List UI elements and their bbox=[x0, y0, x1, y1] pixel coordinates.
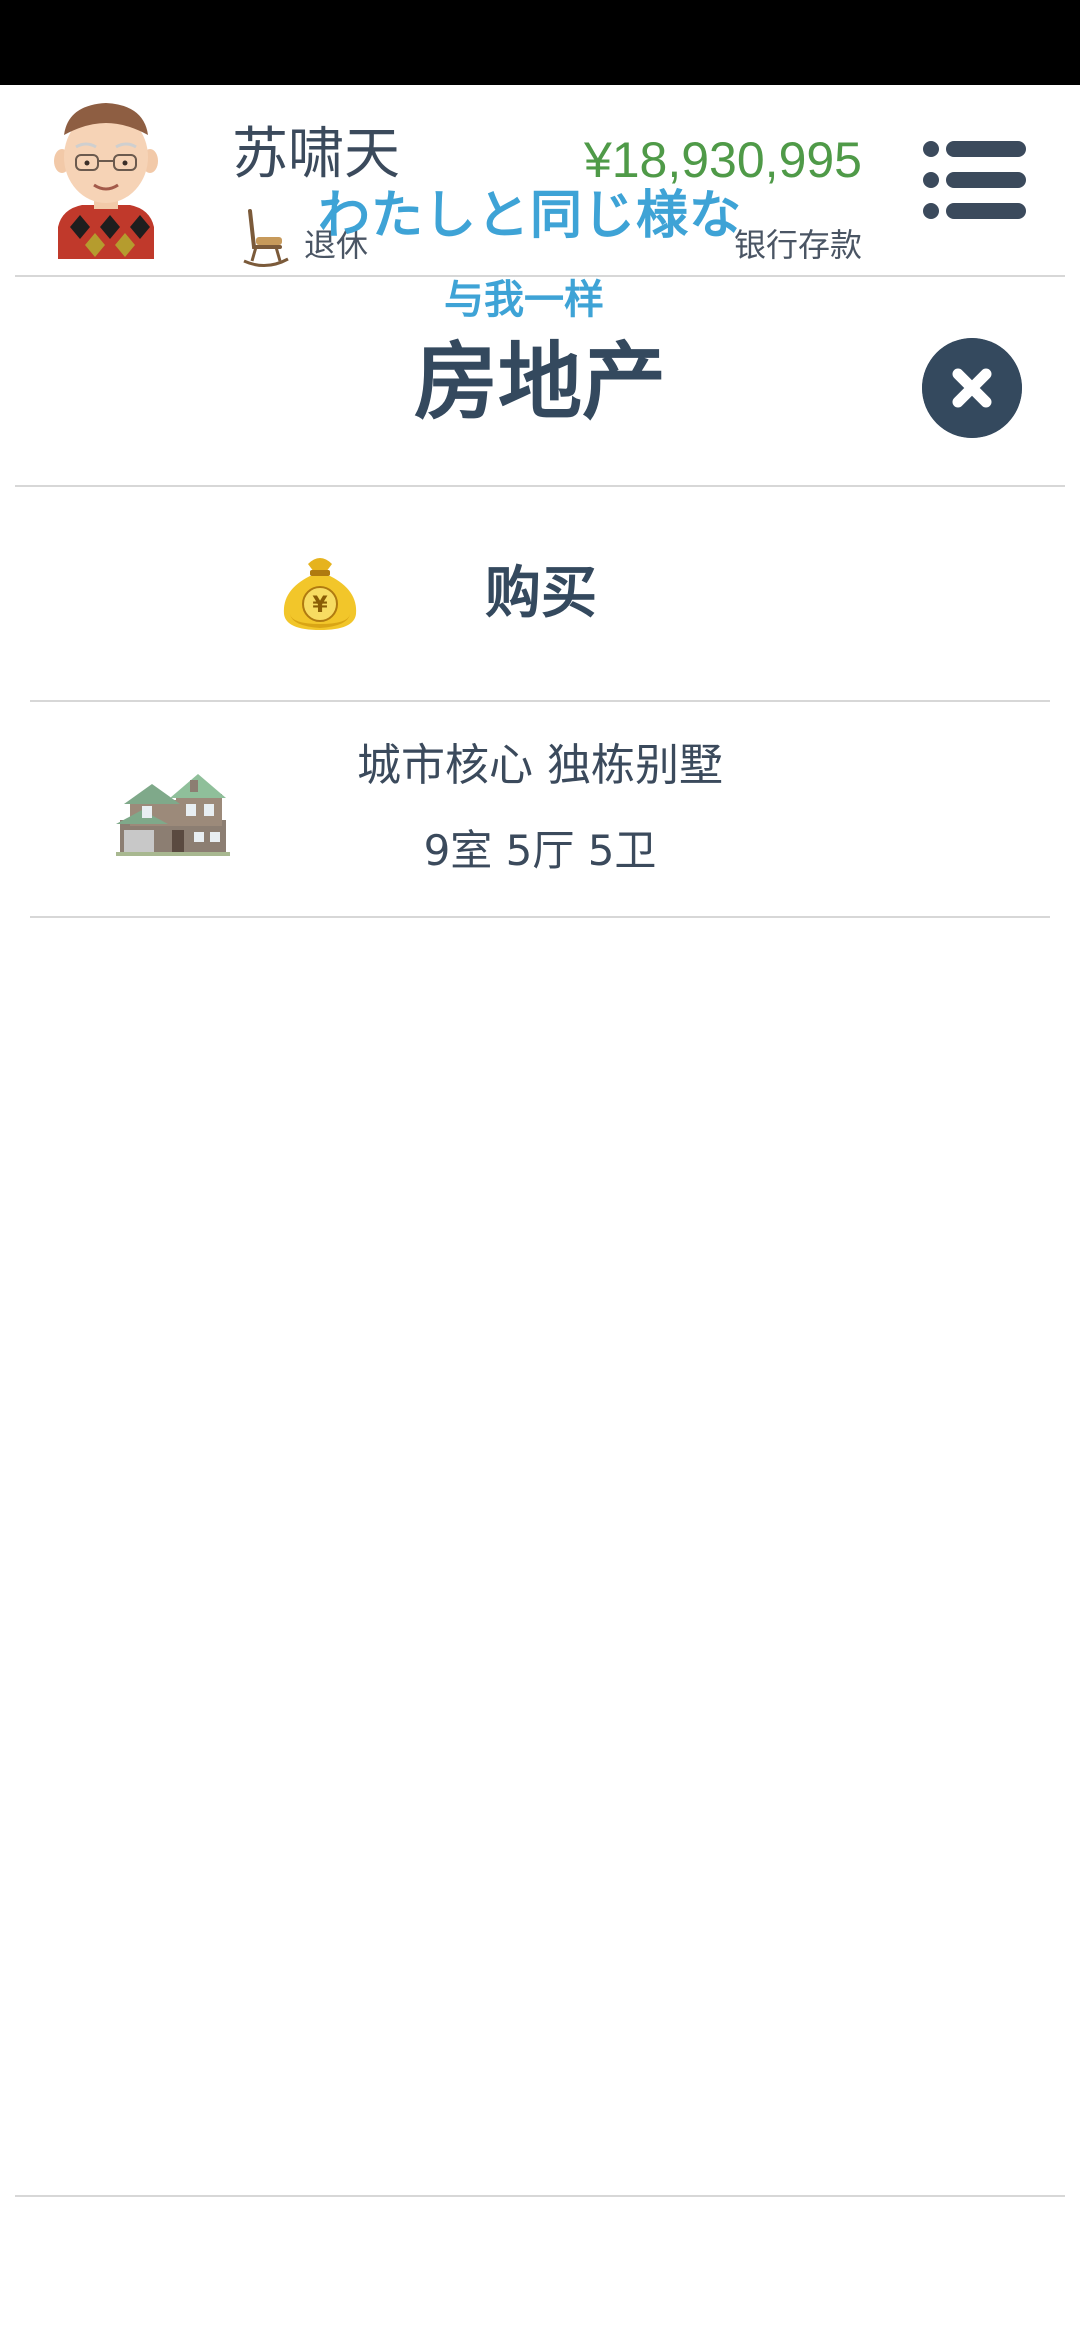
bank-balance: ¥18,930,995 bbox=[583, 132, 862, 188]
money-bag-icon: ¥ bbox=[283, 558, 357, 630]
close-button[interactable] bbox=[922, 338, 1022, 438]
player-name: 苏啸天 bbox=[232, 122, 400, 187]
bank-balance-label: 银行存款 bbox=[733, 226, 862, 264]
property-name: 城市核心 独栋别墅 bbox=[357, 740, 723, 791]
property-rooms: 9室 5厅 5卫 bbox=[423, 826, 657, 875]
title-divider bbox=[15, 485, 1065, 487]
promo-overlay-chinese: 与我一样 bbox=[444, 277, 604, 323]
property-divider bbox=[30, 916, 1050, 918]
rocking-chair-icon bbox=[243, 209, 289, 267]
promo-overlay-japanese: わたしと同じ様な bbox=[318, 186, 743, 246]
list-item[interactable]: 城市核心 独栋别墅 9室 5厅 5卫 bbox=[30, 702, 1050, 918]
status-bar bbox=[0, 0, 1080, 85]
player-header: 苏啸天 退休 ¥18,930,995 银行存款 bbox=[0, 85, 1080, 277]
footer-divider bbox=[15, 2195, 1065, 2197]
svg-text:¥: ¥ bbox=[312, 593, 328, 618]
buy-button[interactable]: ¥ 购买 bbox=[30, 488, 1050, 700]
avatar[interactable] bbox=[52, 99, 160, 259]
list-menu-icon[interactable] bbox=[922, 139, 1026, 221]
page-title: 房地产 bbox=[413, 333, 666, 431]
buy-label: 购买 bbox=[485, 561, 597, 626]
